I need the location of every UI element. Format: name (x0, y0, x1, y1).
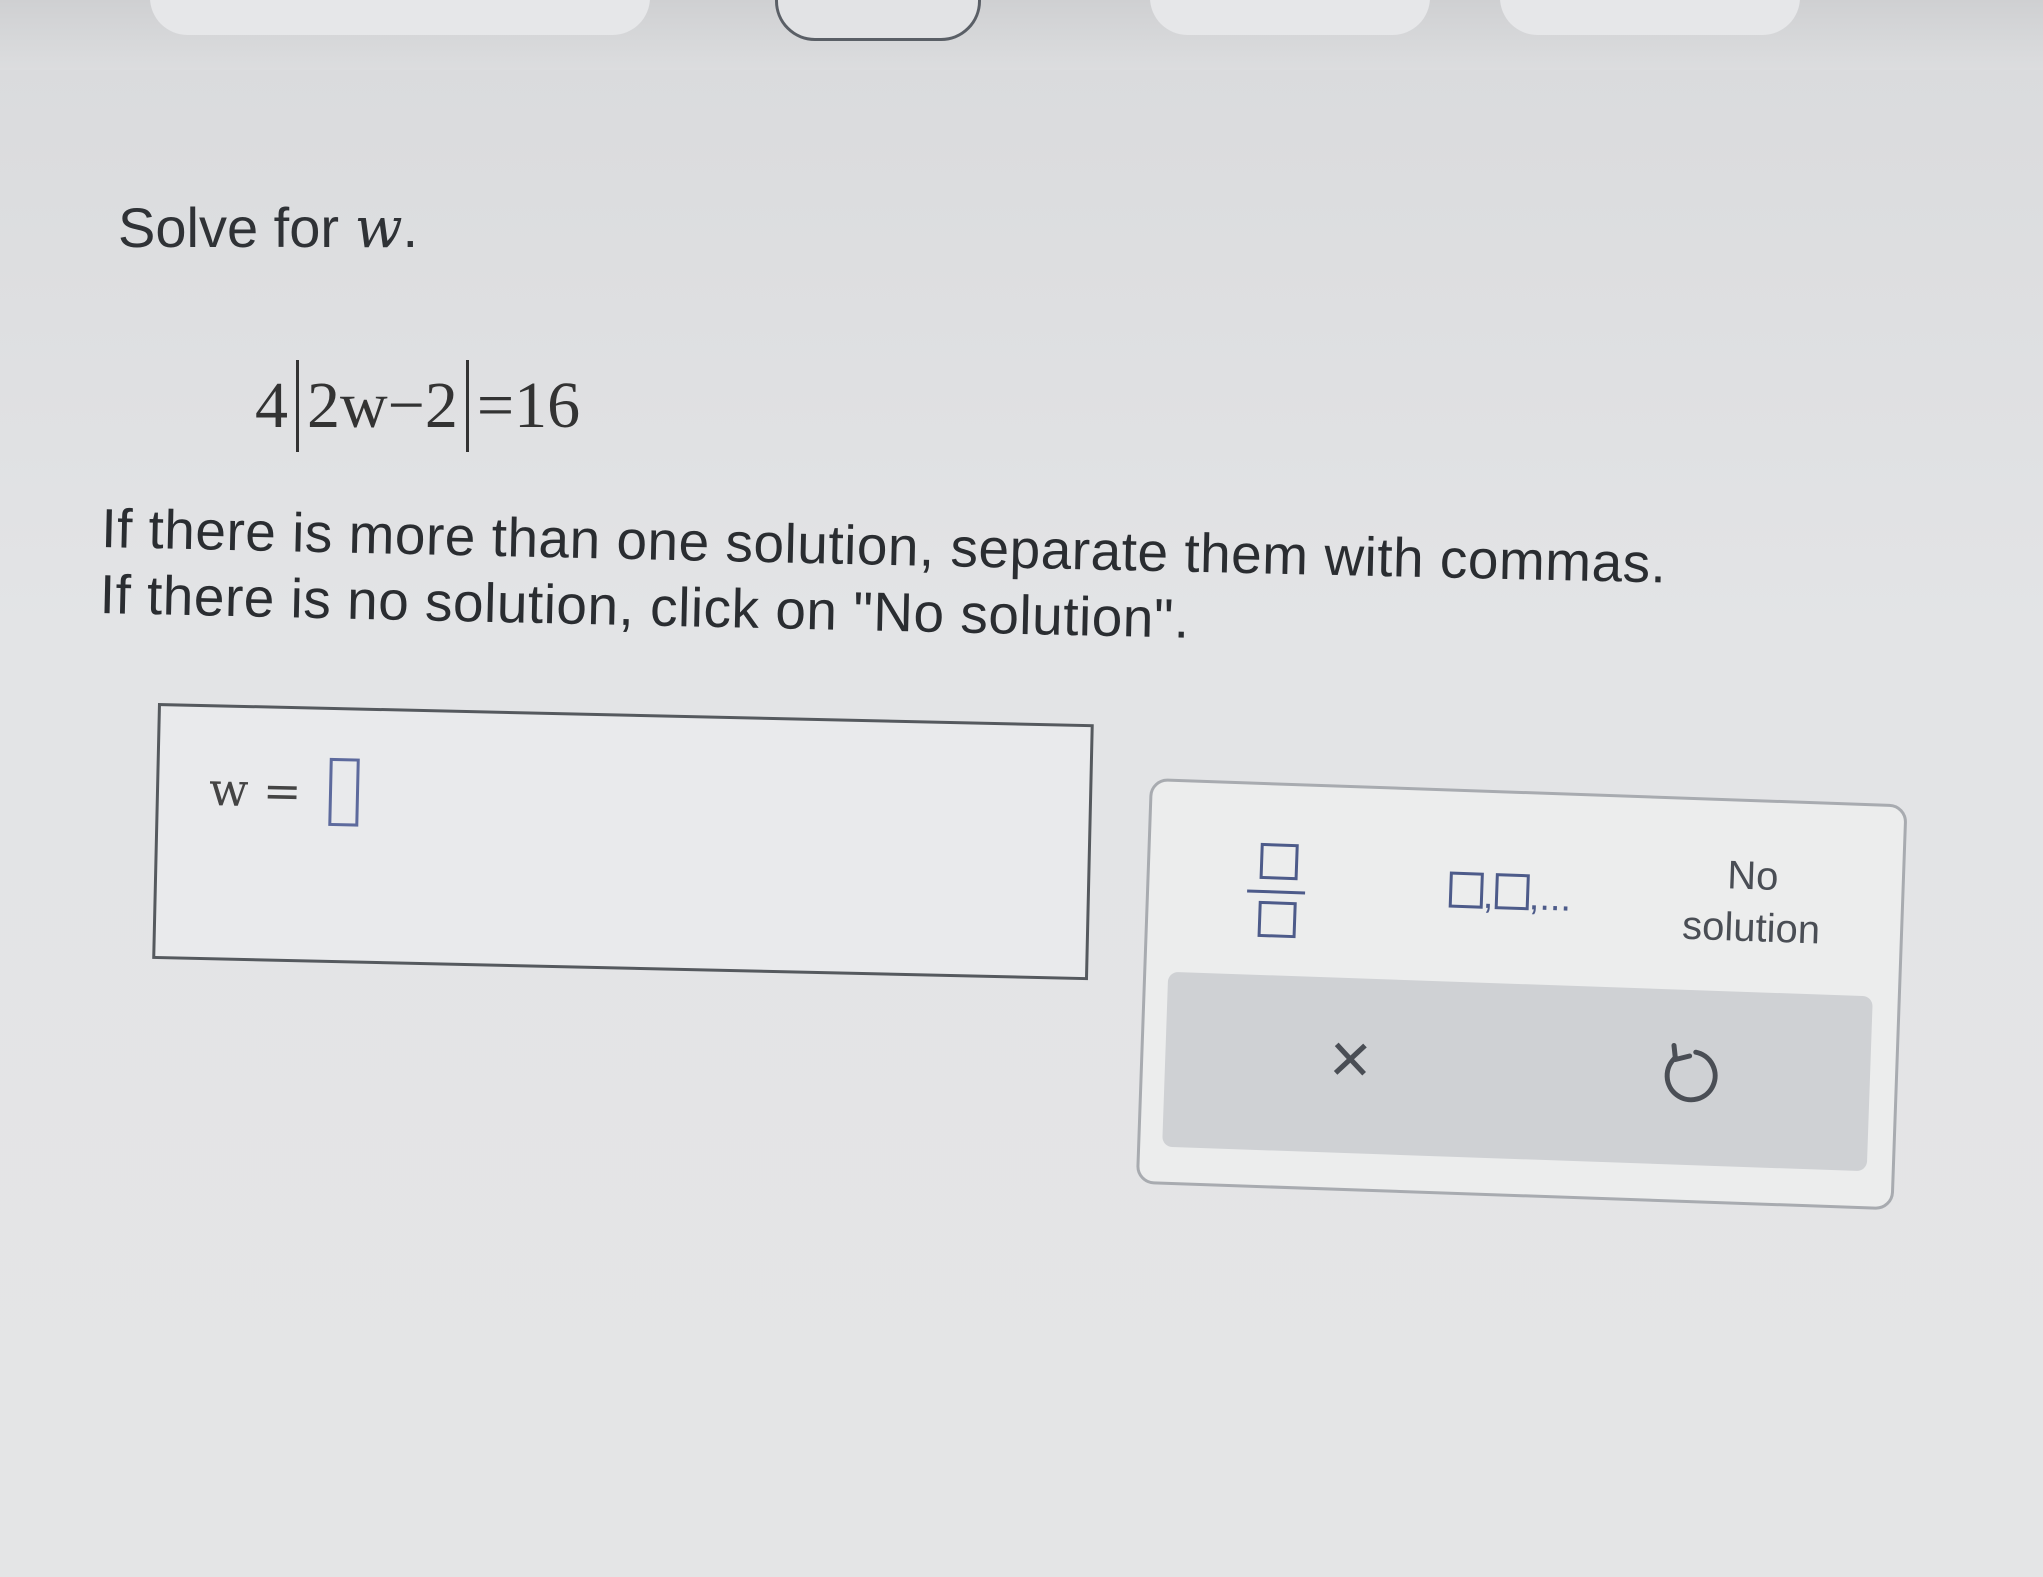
undo-button[interactable] (1643, 1028, 1736, 1121)
equation-rhs: 16 (514, 369, 581, 442)
list-box-1 (1448, 871, 1484, 909)
undo-icon (1664, 1042, 1718, 1103)
list-ellipsis: ,... (1528, 876, 1573, 920)
fraction-bar (1247, 889, 1306, 895)
abs-right-bar (465, 360, 469, 452)
top-tab[interactable] (1150, 0, 1430, 35)
list-box-2 (1494, 873, 1530, 911)
prompt-variable: w (354, 196, 403, 261)
fraction-button[interactable] (1237, 832, 1331, 955)
top-tab-active[interactable] (775, 0, 981, 41)
keypad-action-row: × (1162, 971, 1873, 1172)
math-keypad: , ,... No solution × (1135, 778, 1908, 1211)
instructions: If there is more than one solution, sepa… (99, 495, 1667, 662)
list-comma-1: , (1482, 874, 1495, 918)
browser-top-area (0, 0, 2043, 70)
no-solution-label-1: No (1726, 853, 1780, 899)
equation: 4 2w−2 = 16 (255, 360, 580, 452)
answer-input[interactable] (328, 757, 360, 827)
prompt-text: Solve for (118, 196, 355, 259)
fraction-numerator-box (1259, 842, 1299, 881)
top-tab[interactable] (150, 0, 650, 35)
answer-area[interactable]: w = (152, 703, 1094, 981)
multiple-solutions-button[interactable]: , ,... (1448, 862, 1610, 938)
question-prompt: Solve for w. (118, 195, 418, 261)
equation-coefficient: 4 (255, 369, 288, 442)
fraction-denominator-box (1257, 900, 1297, 939)
abs-left-bar (296, 360, 299, 452)
equation-equals: = (476, 369, 515, 442)
no-solution-button[interactable]: No solution (1665, 839, 1839, 965)
no-solution-label-2: solution (1681, 903, 1821, 953)
clear-button[interactable]: × (1304, 1013, 1397, 1106)
prompt-period: . (402, 196, 419, 259)
close-icon: × (1327, 1018, 1373, 1100)
equation-inner: 2w−2 (307, 369, 458, 442)
answer-label: w = (208, 762, 303, 819)
top-tab[interactable] (1500, 0, 1800, 35)
